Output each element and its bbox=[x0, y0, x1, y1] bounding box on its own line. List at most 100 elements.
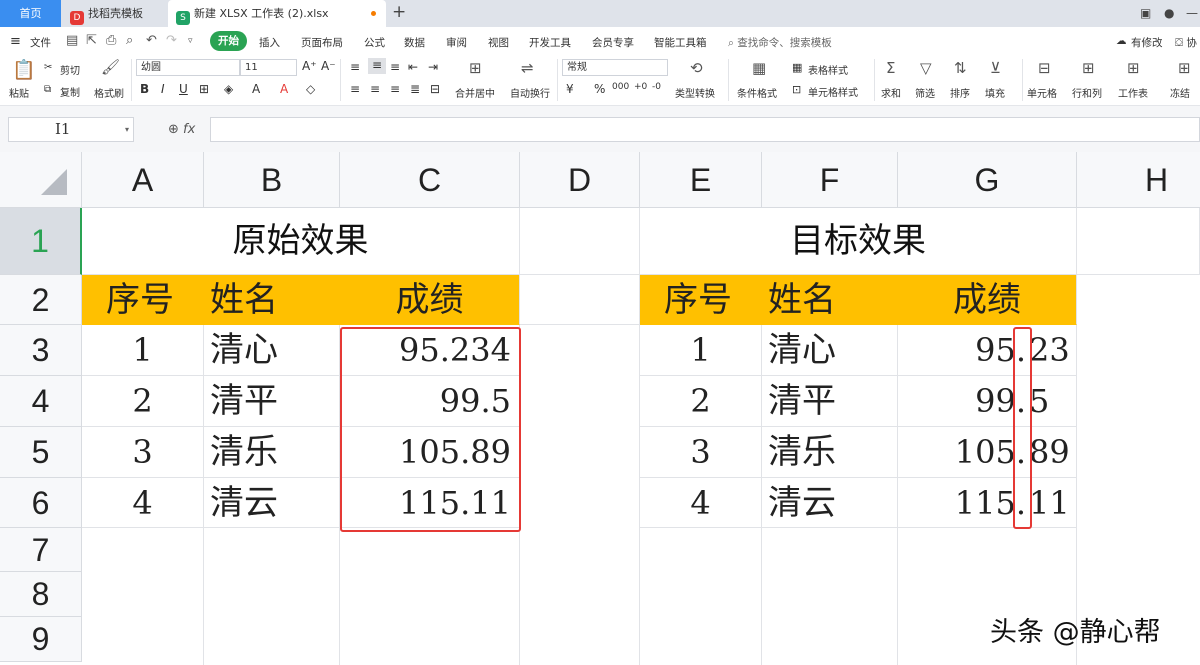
table-style-button[interactable]: 表格样式 bbox=[808, 62, 848, 77]
left-header-score[interactable]: 成绩 bbox=[340, 275, 520, 325]
right-name-cell[interactable]: 清乐 bbox=[762, 427, 898, 478]
worksheet-icon[interactable]: ⊞ bbox=[1127, 59, 1140, 77]
type-convert-button[interactable]: 类型转换 bbox=[675, 85, 715, 100]
right-title-cell[interactable]: 目标效果 bbox=[640, 208, 1077, 275]
right-no-cell[interactable]: 4 bbox=[640, 478, 762, 528]
merge-center-icon[interactable]: ⊞ bbox=[469, 59, 482, 77]
fill-button[interactable]: 填充 bbox=[985, 85, 1005, 100]
col-header-g[interactable]: G bbox=[898, 152, 1077, 208]
right-score-cell[interactable]: 95. 23 bbox=[898, 325, 1077, 376]
row-header-1[interactable]: 1 bbox=[0, 208, 82, 275]
left-name-cell[interactable]: 清心 bbox=[204, 325, 340, 376]
save-icon[interactable]: ▤ bbox=[66, 33, 78, 48]
menu-review[interactable]: 审阅 bbox=[446, 35, 467, 50]
menu-formulas[interactable]: 公式 bbox=[364, 35, 385, 50]
conditional-format-icon[interactable]: ▦ bbox=[752, 59, 766, 77]
row-header-6[interactable]: 6 bbox=[0, 478, 82, 528]
cell-button[interactable]: 单元格 bbox=[1027, 85, 1057, 100]
left-no-cell[interactable]: 4 bbox=[82, 478, 204, 528]
distribute-icon[interactable]: ⊟ bbox=[430, 82, 440, 96]
cell-icon[interactable]: ⊟ bbox=[1038, 59, 1051, 77]
font-size-select[interactable]: 11 bbox=[240, 59, 297, 76]
thousands-icon[interactable]: 000 bbox=[612, 82, 629, 92]
row-header-3[interactable]: 3 bbox=[0, 325, 82, 376]
formula-input[interactable] bbox=[210, 117, 1200, 142]
col-header-b[interactable]: B bbox=[204, 152, 340, 208]
right-name-cell[interactable]: 清心 bbox=[762, 325, 898, 376]
cell-h1[interactable] bbox=[1077, 208, 1200, 275]
right-no-cell[interactable]: 2 bbox=[640, 376, 762, 427]
preview-icon[interactable]: ⌕ bbox=[126, 33, 133, 48]
auto-wrap-icon[interactable]: ⇌ bbox=[521, 59, 534, 77]
row-col-icon[interactable]: ⊞ bbox=[1082, 59, 1095, 77]
right-score-cell[interactable]: 99. 5 bbox=[898, 376, 1077, 427]
menu-smart-toolbox[interactable]: 智能工具箱 bbox=[654, 35, 707, 50]
menu-page-layout[interactable]: 页面布局 bbox=[301, 35, 343, 50]
left-title-cell[interactable]: 原始效果 bbox=[82, 208, 520, 275]
avatar-icon[interactable]: ● bbox=[1164, 6, 1174, 20]
minimize-icon[interactable]: — bbox=[1186, 6, 1198, 20]
decrease-decimal-icon[interactable]: -0 bbox=[652, 82, 661, 92]
filter-icon[interactable]: ▽ bbox=[920, 59, 932, 77]
tab-home[interactable]: 首页 bbox=[0, 0, 61, 27]
right-name-cell[interactable]: 清平 bbox=[762, 376, 898, 427]
border-icon[interactable]: ⊞ bbox=[199, 82, 209, 96]
redo-icon[interactable]: ↷ bbox=[166, 33, 177, 48]
align-bottom-icon[interactable]: ≡ bbox=[390, 60, 400, 74]
sum-icon[interactable]: Σ bbox=[886, 59, 895, 77]
cut-button[interactable]: 剪切 bbox=[60, 62, 80, 77]
cell-style-icon[interactable]: ⊡ bbox=[792, 83, 801, 96]
cell-d1[interactable] bbox=[520, 208, 640, 275]
italic-icon[interactable]: I bbox=[161, 82, 165, 96]
paste-icon[interactable]: 📋 bbox=[12, 58, 36, 81]
search-input[interactable]: 查找命令、搜索模板 bbox=[737, 37, 832, 49]
right-header-score[interactable]: 成绩 bbox=[898, 275, 1077, 325]
filter-button[interactable]: 筛选 bbox=[915, 85, 935, 100]
command-search[interactable]: ⌕ 查找命令、搜索模板 bbox=[728, 35, 832, 50]
justify-icon[interactable]: ≣ bbox=[410, 82, 420, 96]
format-painter-button[interactable]: 格式刷 bbox=[94, 85, 124, 100]
left-no-cell[interactable]: 2 bbox=[82, 376, 204, 427]
customize-chevron-icon[interactable]: ▿ bbox=[188, 36, 193, 46]
layout-icon[interactable]: ▣ bbox=[1140, 6, 1151, 20]
left-name-cell[interactable]: 清乐 bbox=[204, 427, 340, 478]
col-header-f[interactable]: F bbox=[762, 152, 898, 208]
cell-style-button[interactable]: 单元格样式 bbox=[808, 84, 858, 99]
align-center-icon[interactable]: ≡ bbox=[370, 82, 380, 96]
grow-font-icon[interactable]: A⁺ bbox=[302, 59, 317, 73]
col-header-a[interactable]: A bbox=[82, 152, 204, 208]
tab-template[interactable]: D 找稻壳模板 bbox=[62, 0, 166, 27]
collab-button[interactable]: ⛋ 协 bbox=[1175, 35, 1197, 50]
select-all-button[interactable] bbox=[0, 152, 82, 208]
menu-insert[interactable]: 插入 bbox=[259, 35, 280, 50]
row-header-4[interactable]: 4 bbox=[0, 376, 82, 427]
left-header-name[interactable]: 姓名 bbox=[204, 275, 340, 325]
number-format-select[interactable]: 常规 bbox=[562, 59, 668, 76]
type-convert-icon[interactable]: ⟲ bbox=[690, 59, 703, 77]
menu-member[interactable]: 会员专享 bbox=[592, 35, 634, 50]
has-changes-label[interactable]: 有修改 bbox=[1131, 35, 1163, 50]
shrink-font-icon[interactable]: A⁻ bbox=[321, 59, 336, 73]
align-top-icon[interactable]: ≡ bbox=[350, 60, 360, 74]
menu-data[interactable]: 数据 bbox=[404, 35, 425, 50]
percent-icon[interactable]: % bbox=[594, 82, 605, 96]
font-color-icon[interactable]: A bbox=[252, 82, 260, 96]
right-header-name[interactable]: 姓名 bbox=[762, 275, 898, 325]
font-name-select[interactable]: 幼圆 bbox=[136, 59, 240, 76]
menu-home[interactable]: 开始 bbox=[210, 31, 247, 51]
conditional-format-button[interactable]: 条件格式 bbox=[737, 85, 777, 100]
row-header-9[interactable]: 9 bbox=[0, 617, 82, 662]
row-header-8[interactable]: 8 bbox=[0, 572, 82, 617]
text-color-icon[interactable]: A bbox=[280, 82, 288, 96]
fill-icon[interactable]: ⊻ bbox=[990, 59, 1001, 77]
fill-color-icon[interactable]: ◈ bbox=[224, 82, 233, 96]
currency-icon[interactable]: ¥ bbox=[566, 82, 574, 96]
format-painter-icon[interactable]: 🖌 bbox=[101, 58, 120, 76]
freeze-button[interactable]: 冻结 bbox=[1170, 85, 1190, 100]
bold-icon[interactable]: B bbox=[140, 82, 149, 96]
left-name-cell[interactable]: 清平 bbox=[204, 376, 340, 427]
right-no-cell[interactable]: 3 bbox=[640, 427, 762, 478]
left-name-cell[interactable]: 清云 bbox=[204, 478, 340, 528]
col-header-e[interactable]: E bbox=[640, 152, 762, 208]
chevron-down-icon[interactable]: ▾ bbox=[125, 118, 129, 141]
